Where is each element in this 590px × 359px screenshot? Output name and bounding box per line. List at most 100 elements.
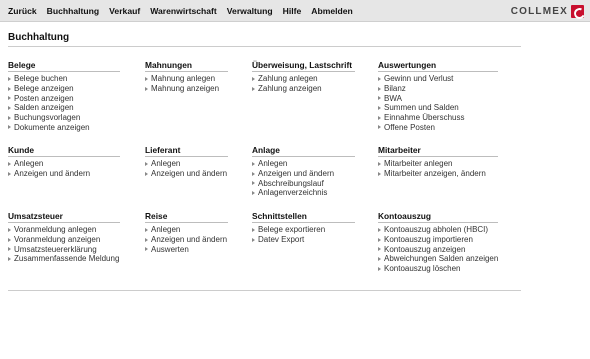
menu-link-label: Abweichungen Salden anzeigen	[384, 254, 499, 264]
menu-link[interactable]: Bilanz	[378, 84, 498, 94]
section-divider	[378, 71, 498, 72]
menu-link-label: Summen und Salden	[384, 103, 459, 113]
section-kontoauszug: Kontoauszug Kontoauszug abholen (HBCI) Ko…	[378, 211, 498, 273]
collmex-logo: COLLMEX	[511, 3, 584, 19]
menu-link-label: Voranmeldung anzeigen	[14, 235, 101, 245]
arrow-right-icon	[8, 105, 11, 110]
menu-link-label: Umsatzsteuererklärung	[14, 244, 97, 254]
arrow-right-icon	[378, 256, 381, 261]
arrow-right-icon	[252, 237, 255, 242]
menu-link-label: Anlegen	[258, 159, 288, 169]
menu-link[interactable]: Belege exportieren	[252, 225, 355, 235]
menu-link[interactable]: Anzeigen und ändern	[252, 169, 355, 179]
menu-link[interactable]: BWA	[378, 93, 498, 103]
arrow-right-icon	[378, 115, 381, 120]
menu-link[interactable]: Salden anzeigen	[8, 103, 120, 113]
menu-link[interactable]: Voranmeldung anlegen	[8, 225, 120, 235]
section-divider	[378, 156, 498, 157]
arrow-right-icon	[252, 161, 255, 166]
menu-link-label: Voranmeldung anlegen	[14, 225, 97, 235]
menu-link[interactable]: Anlegen	[8, 159, 120, 169]
arrow-right-icon	[145, 227, 148, 232]
menu-link[interactable]: Dokumente anzeigen	[8, 122, 120, 132]
section-schnittstellen: Schnittstellen Belege exportieren Datev E…	[252, 211, 355, 244]
arrow-right-icon	[145, 76, 148, 81]
menu-link[interactable]: Kontoauszug löschen	[378, 264, 498, 274]
section-auswertungen: Auswertungen Gewinn und Verlust Bilanz BWA…	[378, 60, 498, 132]
nav-hilfe[interactable]: Hilfe	[283, 6, 302, 16]
section-title: Mitarbeiter	[378, 145, 421, 155]
arrow-right-icon	[378, 227, 381, 232]
menu-link[interactable]: Buchungsvorlagen	[8, 113, 120, 123]
menu-link[interactable]: Abschreibungslauf	[252, 178, 355, 188]
nav-verkauf[interactable]: Verkauf	[109, 6, 140, 16]
menu-link[interactable]: Belege anzeigen	[8, 84, 120, 94]
collmex-logo-icon	[571, 4, 584, 18]
menu-link[interactable]: Gewinn und Verlust	[378, 74, 498, 84]
menu-link[interactable]: Mahnung anzeigen	[145, 84, 228, 94]
menu-link-label: Dokumente anzeigen	[14, 122, 90, 132]
nav-verwaltung[interactable]: Verwaltung	[227, 6, 273, 16]
arrow-right-icon	[8, 256, 11, 261]
section-title: Mahnungen	[145, 60, 192, 70]
nav-abmelden[interactable]: Abmelden	[311, 6, 353, 16]
section-lieferant: Lieferant Anlegen Anzeigen und ändern	[145, 145, 228, 178]
section-title: Lieferant	[145, 145, 181, 155]
menu-link[interactable]: Anlegen	[252, 159, 355, 169]
arrow-right-icon	[252, 86, 255, 91]
menu-link-label: Einnahme Überschuss	[384, 113, 465, 123]
section-kunde: Kunde Anlegen Anzeigen und ändern	[8, 145, 120, 178]
menu-link[interactable]: Anlegen	[145, 159, 228, 169]
menu-link[interactable]: Kontoauszug abholen (HBCI)	[378, 225, 498, 235]
arrow-right-icon	[145, 171, 148, 176]
menu-link[interactable]: Kontoauszug anzeigen	[378, 244, 498, 254]
menu-link[interactable]: Anlegen	[145, 225, 228, 235]
menu-link[interactable]: Auswerten	[145, 244, 228, 254]
menu-link-label: Anlegen	[14, 159, 44, 169]
link-list: Anlegen Anzeigen und ändern Auswerten	[145, 225, 228, 254]
link-list: Voranmeldung anlegen Voranmeldung anzeige…	[8, 225, 120, 264]
link-list: Mahnung anlegen Mahnung anzeigen	[145, 74, 228, 93]
menu-link[interactable]: Belege buchen	[8, 74, 120, 84]
menu-link[interactable]: Zahlung anlegen	[252, 74, 355, 84]
menu-link[interactable]: Anzeigen und ändern	[145, 169, 228, 179]
menu-link-label: Anzeigen und ändern	[14, 169, 91, 179]
arrow-right-icon	[145, 86, 148, 91]
menu-link[interactable]: Mitarbeiter anzeigen, ändern	[378, 169, 498, 179]
nav-zurueck[interactable]: Zurück	[8, 6, 37, 16]
menu-link[interactable]: Kontoauszug importieren	[378, 235, 498, 245]
menu-link[interactable]: Datev Export	[252, 235, 355, 245]
section-title: Schnittstellen	[252, 211, 307, 221]
menu-link[interactable]: Zusammenfassende Meldung	[8, 254, 120, 264]
arrow-right-icon	[8, 237, 11, 242]
nav-warenwirtschaft[interactable]: Warenwirtschaft	[150, 6, 217, 16]
menu-link-label: Anlagenverzeichnis	[258, 188, 328, 198]
arrow-right-icon	[8, 96, 11, 101]
menu-link-label: Zusammenfassende Meldung	[14, 254, 120, 264]
menu-link[interactable]: Summen und Salden	[378, 103, 498, 113]
section-anlage: Anlage Anlegen Anzeigen und ändern Abschre…	[252, 145, 355, 198]
top-navigation-bar: Zurück Buchhaltung Verkauf Warenwirtscha…	[0, 0, 590, 22]
menu-link[interactable]: Anzeigen und ändern	[8, 169, 120, 179]
menu-link[interactable]: Einnahme Überschuss	[378, 113, 498, 123]
arrow-right-icon	[378, 161, 381, 166]
menu-link[interactable]: Mahnung anlegen	[145, 74, 228, 84]
menu-link[interactable]: Abweichungen Salden anzeigen	[378, 254, 498, 264]
menu-link-label: Mitarbeiter anzeigen, ändern	[384, 169, 486, 179]
menu-link[interactable]: Anzeigen und ändern	[145, 235, 228, 245]
menu-link-label: Zahlung anlegen	[258, 74, 318, 84]
arrow-right-icon	[252, 76, 255, 81]
menu-link[interactable]: Mitarbeiter anlegen	[378, 159, 498, 169]
menu-link[interactable]: Zahlung anzeigen	[252, 84, 355, 94]
arrow-right-icon	[252, 181, 255, 186]
nav-buchhaltung[interactable]: Buchhaltung	[47, 6, 100, 16]
arrow-right-icon	[8, 86, 11, 91]
section-divider	[8, 156, 120, 157]
menu-link[interactable]: Posten anzeigen	[8, 93, 120, 103]
section-title: Umsatzsteuer	[8, 211, 63, 221]
menu-link[interactable]: Voranmeldung anzeigen	[8, 235, 120, 245]
section-divider	[145, 156, 228, 157]
menu-link[interactable]: Anlagenverzeichnis	[252, 188, 355, 198]
menu-link[interactable]: Umsatzsteuererklärung	[8, 244, 120, 254]
menu-link[interactable]: Offene Posten	[378, 122, 498, 132]
